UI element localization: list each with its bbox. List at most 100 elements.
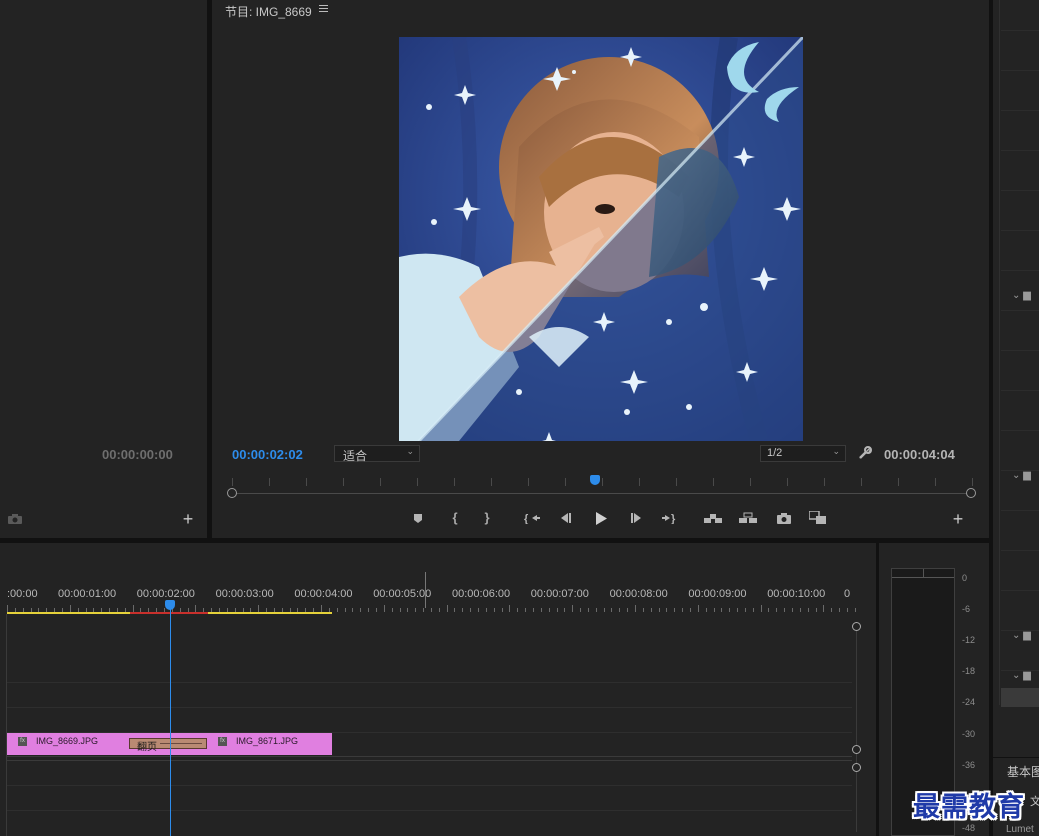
program-video-frame[interactable] [399, 37, 803, 441]
program-monitor-title[interactable]: 节目: IMG_8669 [225, 3, 312, 20]
transition-page-turn[interactable]: 翻页 [129, 738, 207, 753]
ruler-tick [564, 608, 566, 612]
db-label: -48 [962, 823, 976, 833]
ruler-tick [407, 608, 409, 612]
watermark-text: 最需教育 [913, 792, 1025, 823]
ruler-label: 00:00:08:00 [609, 588, 668, 600]
ruler-label: 00:00:04:00 [294, 588, 353, 600]
folder-row[interactable]: ⌄ ▆ [1012, 290, 1039, 304]
hamburger-icon[interactable] [319, 5, 328, 12]
folder-icon: ▆ [1023, 670, 1031, 681]
db-label: 0 [962, 573, 968, 583]
ruler-label: 00:00:05:00 [373, 588, 432, 600]
ruler-tick [493, 608, 495, 612]
mark-out-icon[interactable]: } [477, 507, 497, 527]
ruler-label: 00:00:09:00 [688, 588, 747, 600]
scrollbar-handle-top-lower[interactable] [852, 763, 861, 772]
add-button-source[interactable]: + [178, 509, 198, 529]
ruler-tick [501, 608, 503, 612]
scrub-tick [787, 478, 788, 486]
ruler-tick [478, 608, 479, 612]
timeline-scrollbar[interactable] [852, 622, 861, 836]
ruler-tick [258, 605, 260, 612]
scrub-tick [898, 478, 899, 486]
wrench-icon[interactable] [855, 443, 875, 463]
ruler-tick [485, 608, 487, 612]
selected-row[interactable] [1001, 688, 1039, 707]
ruler-tick [697, 605, 699, 612]
scrub-in-handle[interactable] [227, 488, 237, 498]
ruler-tick [815, 608, 817, 612]
source-timecode[interactable]: 00:00:00:00 [102, 447, 173, 462]
ruler-tick [532, 608, 534, 612]
program-scrub-bar[interactable] [227, 475, 976, 502]
text-label: 文本 [1030, 796, 1039, 808]
ruler-label: 00:00:10:00 [767, 588, 826, 600]
camera-icon[interactable] [5, 509, 25, 529]
ruler-tick [831, 608, 833, 612]
add-marker-icon[interactable] [408, 508, 428, 528]
ruler-tick [556, 608, 558, 612]
fit-dropdown[interactable]: 适合 ⌄ [334, 445, 420, 463]
go-to-in-icon[interactable]: { [522, 508, 542, 528]
ruler-tick [689, 608, 691, 612]
right-panel-row-line [1001, 190, 1039, 191]
chevron-down-icon: ⌄ [1012, 630, 1021, 641]
chevron-down-icon: ⌄ [1012, 290, 1021, 301]
ruler-tick [611, 608, 613, 612]
ruler-tick [572, 605, 574, 612]
comparison-view-icon[interactable] [808, 508, 828, 528]
clip-img-8671[interactable]: fx IMG_8671.JPG [207, 733, 332, 755]
db-label: -30 [962, 729, 976, 739]
ruler-tick [344, 608, 346, 612]
go-to-out-icon[interactable]: } [660, 508, 680, 528]
db-label: -12 [962, 635, 976, 645]
program-current-timecode[interactable]: 00:00:02:02 [232, 447, 303, 462]
right-panel-row-line [1001, 310, 1039, 311]
add-button-program[interactable]: + [948, 509, 968, 529]
ruler-tick [650, 608, 652, 612]
right-panel-row-line [1001, 510, 1039, 511]
folder-row[interactable]: ⌄ ▆ [1012, 670, 1039, 684]
ruler-tick [635, 605, 636, 612]
program-playhead[interactable] [589, 475, 600, 485]
lift-icon[interactable] [703, 508, 723, 528]
scrub-tick [306, 478, 307, 486]
ruler-tick [642, 608, 644, 612]
ruler-tick [682, 608, 684, 612]
ruler-tick [415, 608, 417, 612]
folder-row[interactable]: ⌄ ▆ [1012, 630, 1039, 644]
essential-graphics-label[interactable]: 基本图 [1007, 763, 1039, 780]
ruler-tick [423, 608, 425, 612]
scrollbar-handle-bottom[interactable] [852, 745, 861, 754]
scrub-tick [861, 478, 862, 486]
track-divider [7, 785, 852, 786]
folder-row[interactable]: ⌄ ▆ [1012, 470, 1039, 484]
db-label: -18 [962, 666, 976, 676]
ruler-tick [627, 608, 629, 612]
scrub-tick [824, 478, 825, 486]
ruler-tick [760, 605, 762, 612]
ruler-tick [846, 608, 848, 612]
right-panel-row-line [1001, 70, 1039, 71]
step-back-icon[interactable] [556, 508, 576, 528]
play-icon[interactable] [591, 508, 611, 528]
step-forward-icon[interactable] [626, 508, 646, 528]
timeline-playhead-line [170, 606, 171, 836]
ruler-tick [454, 608, 456, 612]
mark-in-icon[interactable]: { [445, 507, 465, 527]
camera-icon[interactable] [774, 508, 794, 528]
svg-text:{: { [524, 513, 529, 524]
scrub-out-handle[interactable] [966, 488, 976, 498]
ruler-tick [540, 608, 542, 612]
timeline-end-marker [425, 572, 426, 608]
ruler-tick [399, 608, 401, 612]
right-panel-list [999, 0, 1039, 705]
scrub-tick [232, 478, 233, 486]
resolution-dropdown[interactable]: 1/2 ⌄ [760, 445, 846, 462]
right-panel-row-line [1001, 430, 1039, 431]
scrollbar-handle-top[interactable] [852, 622, 861, 631]
clip-name: IMG_8671.JPG [236, 736, 299, 746]
ruler-tick [446, 605, 448, 612]
extract-icon[interactable] [738, 508, 758, 528]
